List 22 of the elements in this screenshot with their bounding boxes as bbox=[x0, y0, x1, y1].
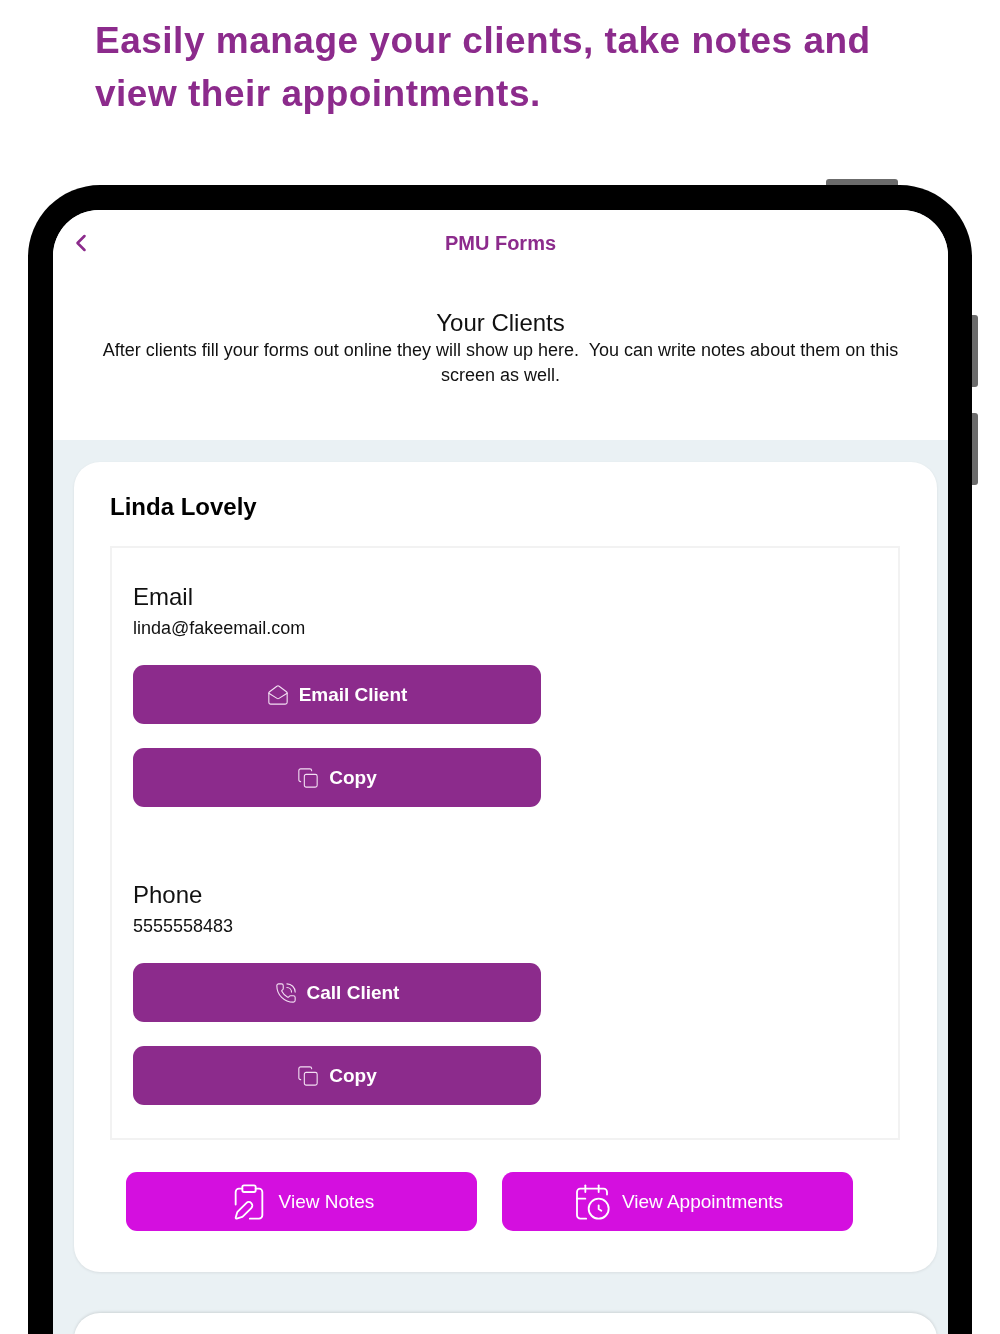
bezel-key-drawing bbox=[826, 179, 898, 185]
field-label: Phone bbox=[133, 880, 204, 910]
nav-title: PMU Forms bbox=[444, 231, 557, 255]
field-label: Email bbox=[133, 582, 194, 612]
section-title: Your Clients bbox=[436, 308, 565, 338]
field-value: 5555558483 bbox=[133, 915, 235, 938]
envelope-icon bbox=[266, 683, 289, 706]
bezel-key-drawing bbox=[972, 413, 978, 485]
call-client-button[interactable]: Call Client bbox=[133, 963, 541, 1022]
phone-icon bbox=[274, 981, 297, 1004]
bezel-key-drawing bbox=[972, 315, 978, 387]
field-value: linda@fakeemail.com bbox=[133, 617, 307, 640]
view-appointments-button[interactable]: View Appointments bbox=[502, 1172, 853, 1231]
copy-button[interactable]: Copy bbox=[133, 748, 541, 807]
copy-button[interactable]: Copy bbox=[133, 1046, 541, 1105]
client-name: Linda Lovely bbox=[110, 492, 258, 522]
copy-icon bbox=[297, 766, 320, 789]
copy-icon bbox=[297, 1064, 320, 1087]
section-description: After clients fill your forms out online they will show up here. You can write notes about them on this screen as well. bbox=[101, 339, 900, 387]
email-client-button[interactable]: Email Client bbox=[133, 665, 541, 724]
view-notes-button[interactable]: View Notes bbox=[126, 1172, 477, 1231]
headline: Easily manage your clients, take notes and view their appointments. bbox=[95, 19, 872, 116]
